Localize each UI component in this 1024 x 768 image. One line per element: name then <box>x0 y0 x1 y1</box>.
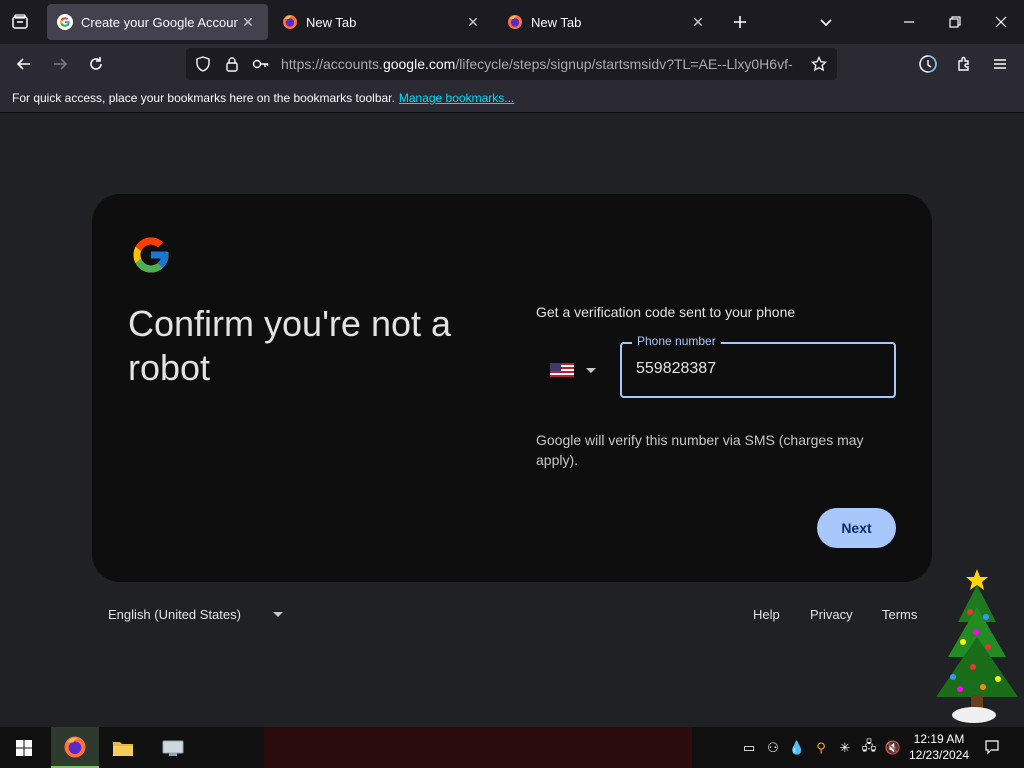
url-host: google.com <box>382 56 456 72</box>
clock-date: 12/23/2024 <box>908 748 970 762</box>
network-people-icon[interactable]: ⚇ <box>764 739 782 757</box>
tab-list-icon[interactable] <box>8 10 32 34</box>
remote-desktop-icon[interactable] <box>149 727 197 768</box>
notification-center-icon[interactable] <box>980 735 1004 759</box>
droplet-icon[interactable]: 💧 <box>788 739 806 757</box>
sparkle-icon[interactable]: ✳ <box>836 739 854 757</box>
minimize-window-icon[interactable] <box>897 10 921 34</box>
url-prefix: https://accounts. <box>281 56 383 72</box>
privacy-link[interactable]: Privacy <box>810 607 853 622</box>
system-tray: ▭ ⚇ 💧 ⚲ ✳ 🖧 🔇 <box>740 727 902 768</box>
reload-icon[interactable] <box>82 50 110 78</box>
url-path: /lifecycle/steps/signup/startsmsidv?TL=A… <box>455 56 793 72</box>
address-bar[interactable]: https://accounts.google.com/lifecycle/st… <box>186 48 837 80</box>
manage-bookmarks-link[interactable]: Manage bookmarks... <box>399 91 514 105</box>
help-link[interactable]: Help <box>753 607 780 622</box>
extensions-puzzle-icon[interactable] <box>950 50 978 78</box>
close-window-icon[interactable] <box>989 10 1013 34</box>
forward-icon[interactable] <box>46 50 74 78</box>
page-content: Confirm you're not a robot Get a verific… <box>0 113 1024 727</box>
tablet-icon[interactable]: ▭ <box>740 739 758 757</box>
back-icon[interactable] <box>10 50 38 78</box>
phone-number-field[interactable]: Phone number <box>620 334 896 398</box>
christmas-tree-decoration <box>928 567 1020 727</box>
windows-taskbar: ▭ ⚇ 💧 ⚲ ✳ 🖧 🔇 12:19 AM 12/23/2024 <box>0 727 1024 768</box>
tab-title: Create your Google Account <box>81 14 238 30</box>
search-magnifier-icon[interactable]: ⚲ <box>812 739 830 757</box>
close-tab-icon[interactable]: ✕ <box>688 12 708 32</box>
account-sync-icon[interactable] <box>914 50 942 78</box>
tab-new-tab[interactable]: New Tab ✕ <box>272 4 493 40</box>
volume-muted-icon[interactable]: 🔇 <box>884 739 902 757</box>
list-all-tabs-icon[interactable] <box>814 10 838 34</box>
key-permissions-icon[interactable] <box>249 52 273 76</box>
phone-number-label: Phone number <box>632 334 721 348</box>
navigation-toolbar: https://accounts.google.com/lifecycle/st… <box>0 44 1024 84</box>
dropdown-caret-icon <box>586 367 596 373</box>
google-logo-icon <box>130 234 172 276</box>
language-selector[interactable]: English (United States) <box>108 607 283 622</box>
tab-new-tab[interactable]: New Tab ✕ <box>497 4 718 40</box>
page-title: Confirm you're not a robot <box>128 303 452 388</box>
restore-window-icon[interactable] <box>943 10 967 34</box>
new-tab-icon[interactable] <box>728 10 752 34</box>
lock-icon[interactable] <box>220 52 244 76</box>
tab-create-google-account[interactable]: Create your Google Account ✕ <box>47 4 268 40</box>
firefox-favicon-icon <box>282 14 298 30</box>
phone-number-input[interactable] <box>636 360 876 378</box>
windows-start-icon[interactable] <box>0 727 48 768</box>
tab-title: New Tab <box>306 14 357 30</box>
taskbar-clock[interactable]: 12:19 AM 12/23/2024 <box>908 731 970 763</box>
us-flag-icon <box>550 363 574 377</box>
terms-link[interactable]: Terms <box>882 607 917 622</box>
tab-bar: Create your Google Account ✕ New Tab ✕ N… <box>0 0 1024 44</box>
country-code-dropdown[interactable] <box>550 354 606 386</box>
network-icon[interactable]: 🖧 <box>860 738 878 757</box>
sms-charges-note: Google will verify this number via SMS (… <box>536 432 864 468</box>
signup-card: Confirm you're not a robot Get a verific… <box>92 194 932 582</box>
verification-prompt: Get a verification code sent to your pho… <box>536 304 796 320</box>
tab-title: New Tab <box>531 14 582 30</box>
close-tab-icon[interactable]: ✕ <box>463 12 483 32</box>
bookmark-star-icon[interactable] <box>807 52 831 76</box>
firefox-favicon-icon <box>507 14 523 30</box>
google-favicon-icon <box>57 14 73 30</box>
dropdown-caret-icon <box>272 612 283 617</box>
next-button[interactable]: Next <box>817 508 896 548</box>
close-tab-icon[interactable]: ✕ <box>238 12 258 32</box>
bookmarks-hint: For quick access, place your bookmarks h… <box>12 91 395 105</box>
clock-time: 12:19 AM <box>913 732 965 746</box>
desktop-wallpaper-strip <box>264 727 692 768</box>
hamburger-menu-icon[interactable] <box>986 50 1014 78</box>
url-text[interactable]: https://accounts.google.com/lifecycle/st… <box>281 56 801 72</box>
file-explorer-icon[interactable] <box>99 727 147 768</box>
language-label: English (United States) <box>108 607 241 622</box>
firefox-taskbar-icon[interactable] <box>51 727 99 768</box>
tracking-protection-shield-icon[interactable] <box>191 52 215 76</box>
bookmarks-toolbar: For quick access, place your bookmarks h… <box>0 84 1024 113</box>
